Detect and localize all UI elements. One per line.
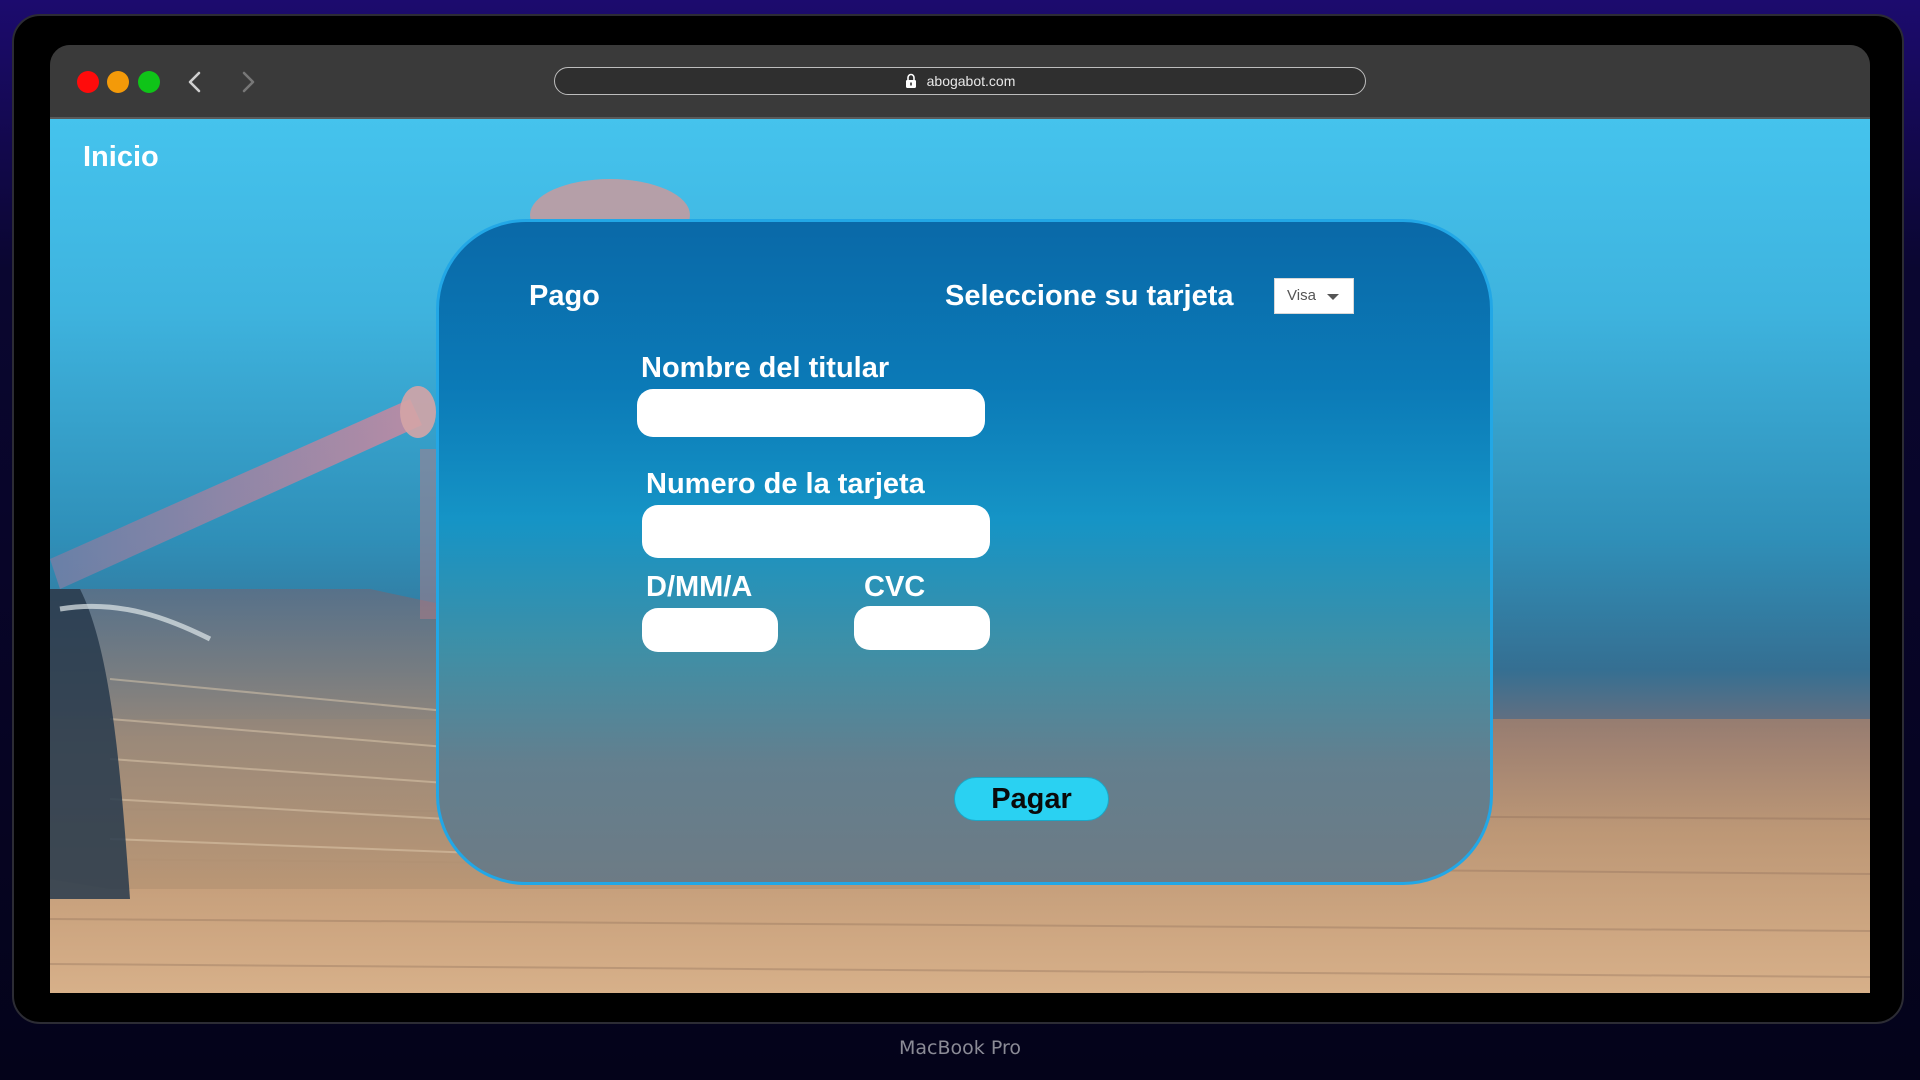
card-select-label: Seleccione su tarjeta (945, 280, 1234, 312)
holder-name-label: Nombre del titular (641, 352, 890, 384)
payment-title: Pago (529, 280, 600, 312)
address-bar[interactable]: abogabot.com (554, 67, 1366, 95)
cvc-label: CVC (864, 571, 926, 603)
expiry-input[interactable] (642, 608, 778, 652)
card-number-input[interactable] (642, 505, 990, 558)
card-number-label: Numero de la tarjeta (646, 468, 925, 500)
url-text: abogabot.com (926, 73, 1016, 89)
payment-panel: Pago Seleccione su tarjeta Visa Nombre d… (436, 219, 1493, 885)
close-window-button[interactable] (77, 71, 99, 93)
page-content: Inicio Pago Seleccione su tarjeta Visa N… (50, 119, 1870, 993)
expiry-label: D/MM/A (646, 571, 753, 603)
device-label: MacBook Pro (899, 1037, 1021, 1059)
lock-icon (905, 74, 916, 89)
pay-button[interactable]: Pagar (954, 777, 1109, 821)
forward-arrow-icon[interactable] (233, 67, 263, 97)
browser-window: abogabot.com Inicio Pago Seleccione su t… (50, 45, 1870, 993)
back-arrow-icon[interactable] (180, 67, 210, 97)
home-link[interactable]: Inicio (83, 141, 159, 174)
card-type-dropdown[interactable]: Visa (1274, 278, 1354, 314)
holder-name-input[interactable] (637, 389, 985, 437)
minimize-window-button[interactable] (107, 71, 129, 93)
browser-toolbar: abogabot.com (50, 45, 1870, 119)
card-type-value: Visa (1287, 287, 1316, 304)
maximize-window-button[interactable] (138, 71, 160, 93)
chevron-down-icon (1327, 294, 1339, 300)
cvc-input[interactable] (854, 606, 990, 650)
